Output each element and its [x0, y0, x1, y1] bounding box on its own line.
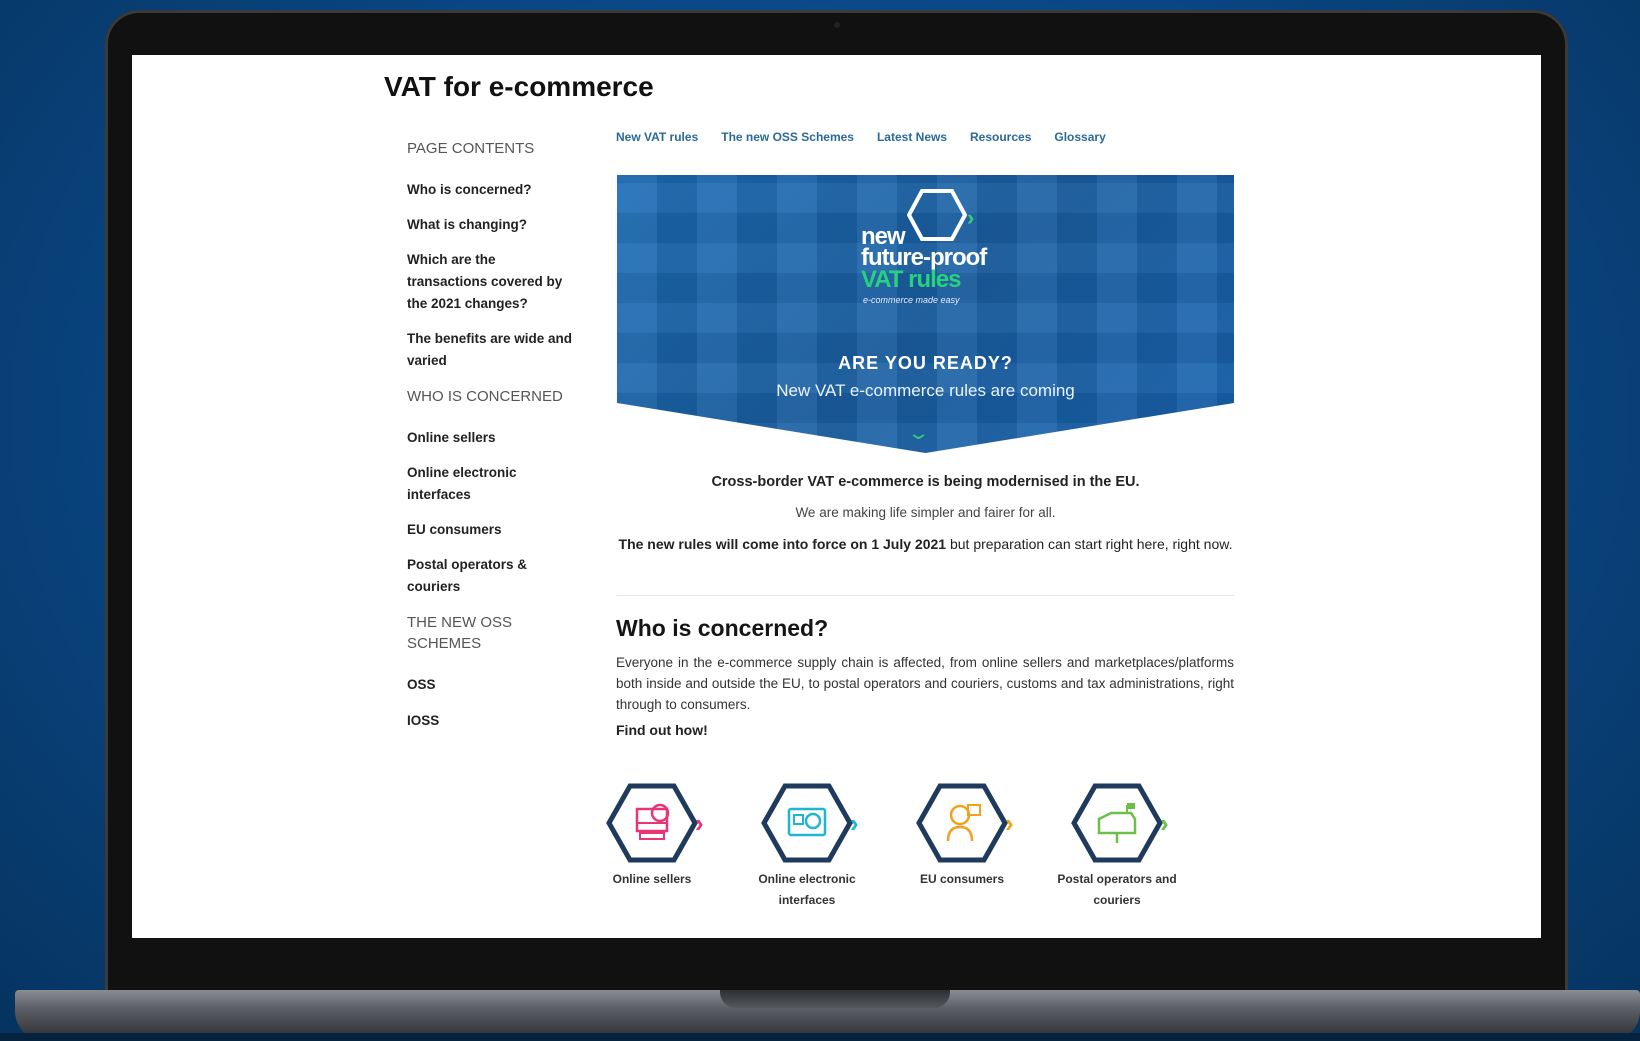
- sidebar-group-page-contents: PAGE CONTENTS Who is concerned? What is …: [407, 138, 607, 372]
- category-postal-operators[interactable]: › Postal operators and couriers: [1042, 783, 1192, 911]
- category-label: EU consumers: [919, 872, 1005, 886]
- sidebar-item-who-is-concerned[interactable]: Who is concerned?: [407, 179, 607, 201]
- sidebar-item-online-sellers[interactable]: Online sellers: [407, 427, 607, 449]
- category-electronic-interfaces[interactable]: › Online electronic interfaces: [732, 783, 882, 911]
- laptop-hinge-notch: [720, 990, 950, 1008]
- intro-date: 1 July 2021: [871, 536, 947, 552]
- chevron-right-icon: ›: [967, 205, 975, 230]
- chevron-right-icon: ›: [695, 808, 704, 838]
- chevron-right-icon: ›: [1160, 808, 1169, 838]
- chevron-down-icon[interactable]: ⌄: [906, 423, 930, 444]
- hero-title-line3: VAT rules: [861, 266, 961, 293]
- category-label: Postal operators and couriers: [1057, 872, 1177, 907]
- sidebar-item-transactions-covered[interactable]: Which are the transactions covered by th…: [407, 249, 572, 315]
- top-navigation: New VAT rules The new OSS Schemes Latest…: [616, 130, 1106, 144]
- eu-consumers-icon: [916, 783, 1008, 863]
- sidebar-heading: WHO IS CONCERNED: [407, 388, 563, 405]
- find-out-how: Find out how!: [616, 722, 708, 738]
- sidebar-heading: THE NEW OSS SCHEMES: [407, 614, 513, 652]
- sidebar-item-ioss[interactable]: IOSS: [407, 710, 607, 732]
- hero-banner: › new future-proof VAT rules e-commerce …: [617, 175, 1234, 453]
- intro-date-rest: but preparation can start right here, ri…: [946, 536, 1233, 552]
- category-eu-consumers[interactable]: › EU consumers: [887, 783, 1037, 890]
- nav-oss-schemes[interactable]: The new OSS Schemes: [721, 130, 854, 144]
- sidebar-page-contents: PAGE CONTENTS Who is concerned? What is …: [407, 138, 607, 732]
- intro-date-line: The new rules will come into force on 1 …: [617, 534, 1234, 555]
- nav-new-vat-rules[interactable]: New VAT rules: [616, 130, 698, 144]
- intro-date-text: The new rules will come into force on: [618, 536, 872, 552]
- browser-screen: VAT for e-commerce PAGE CONTENTS Who is …: [132, 55, 1541, 938]
- chevron-right-icon: ›: [1005, 808, 1014, 838]
- laptop-shadow: [0, 1033, 1640, 1041]
- hero-subheading: New VAT e-commerce rules are coming: [776, 381, 1075, 400]
- section-title: Who is concerned?: [616, 615, 829, 641]
- divider: [617, 595, 1234, 596]
- nav-glossary[interactable]: Glossary: [1054, 130, 1105, 144]
- laptop-frame: VAT for e-commerce PAGE CONTENTS Who is …: [105, 10, 1568, 995]
- page-title: VAT for e-commerce: [384, 71, 654, 102]
- section-body: Everyone in the e-commerce supply chain …: [616, 655, 1234, 712]
- chevron-right-icon: ›: [850, 808, 859, 838]
- online-sellers-icon: [606, 783, 698, 863]
- postal-operators-icon: [1071, 783, 1163, 863]
- intro-subline: We are making life simpler and fairer fo…: [795, 505, 1056, 520]
- sidebar-group-oss-schemes: THE NEW OSS SCHEMES OSS IOSS: [407, 612, 607, 732]
- category-label: Online sellers: [612, 872, 692, 886]
- hero-tagline: e-commerce made easy: [863, 295, 960, 305]
- electronic-interfaces-icon: [761, 783, 853, 863]
- hero-ready-heading: ARE YOU READY?: [838, 353, 1013, 373]
- hexagon-logo-icon: [907, 189, 967, 241]
- sidebar-item-online-electronic-interfaces[interactable]: Online electronic interfaces: [407, 462, 537, 506]
- camera: [833, 22, 840, 28]
- sidebar-item-oss[interactable]: OSS: [407, 674, 607, 696]
- sidebar-item-postal-operators[interactable]: Postal operators & couriers: [407, 554, 537, 598]
- nav-latest-news[interactable]: Latest News: [877, 130, 947, 144]
- nav-resources[interactable]: Resources: [970, 130, 1031, 144]
- category-online-sellers[interactable]: › Online sellers: [577, 783, 727, 890]
- category-label: Online electronic interfaces: [758, 872, 856, 907]
- sidebar-item-what-is-changing[interactable]: What is changing?: [407, 214, 607, 236]
- sidebar-group-who-is-concerned: WHO IS CONCERNED Online sellers Online e…: [407, 386, 607, 598]
- intro-headline: Cross-border VAT e-commerce is being mod…: [711, 474, 1140, 490]
- sidebar-item-benefits[interactable]: The benefits are wide and varied: [407, 328, 577, 372]
- sidebar-item-eu-consumers[interactable]: EU consumers: [407, 519, 607, 541]
- sidebar-heading: PAGE CONTENTS: [407, 140, 535, 157]
